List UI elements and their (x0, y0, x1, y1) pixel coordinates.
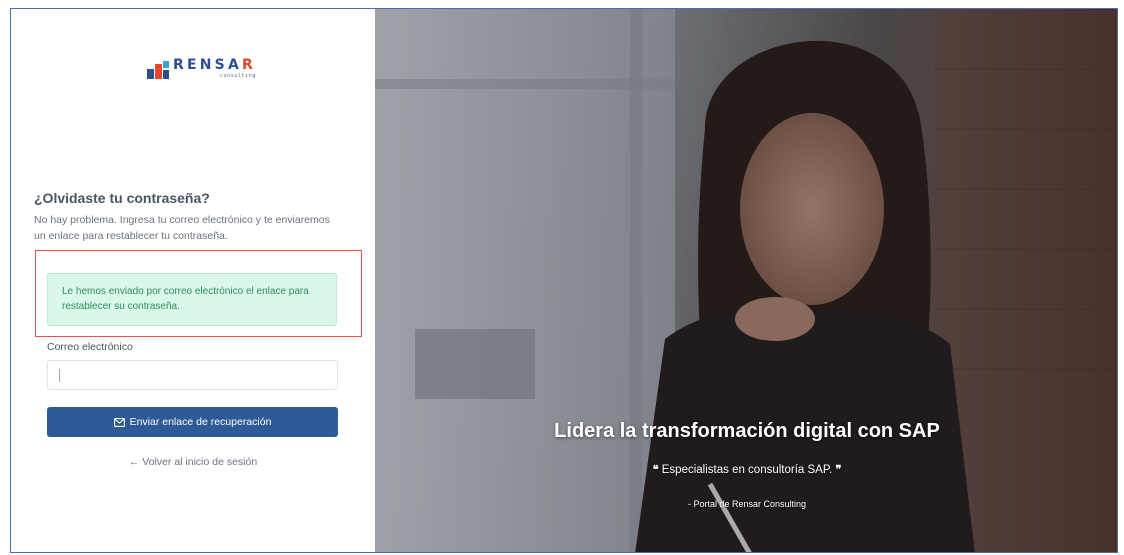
rensar-logo: RENSAR consulting (147, 57, 256, 79)
send-recovery-link-label: Enviar enlace de recuperación (129, 416, 272, 428)
mail-icon (113, 417, 125, 427)
text-caret (59, 369, 60, 382)
hero-panel: Lidera la transformación digital con SAP… (375, 9, 1117, 552)
hero-quote: ❝ Especialistas en consultoría SAP. ❞ (375, 463, 1117, 476)
send-recovery-link-button[interactable]: Enviar enlace de recuperación (47, 407, 338, 437)
email-field[interactable] (47, 360, 338, 390)
login-panel: RENSAR consulting ¿Olvidaste tu contrase… (11, 9, 375, 552)
page-title: ¿Olvidaste tu contraseña? (34, 190, 210, 206)
open-quote-icon: ❝ (652, 463, 659, 476)
brand-tagline: consulting (219, 73, 256, 79)
hero-title: Lidera la transformación digital con SAP (554, 420, 940, 442)
close-quote-icon: ❞ (835, 463, 842, 476)
page-description: No hay problema. Ingresa tu correo elect… (34, 214, 330, 242)
brand-name: RENSAR (173, 57, 256, 73)
back-to-login-link[interactable]: ← Volver al inicio de sesión (11, 456, 375, 468)
hero-quote-text: Especialistas en consultoría SAP. (661, 464, 833, 476)
app-window: RENSAR consulting ¿Olvidaste tu contrase… (10, 8, 1118, 553)
email-label: Correo electrónico (47, 341, 133, 353)
hero-attribution: - Portal de Rensar Consulting (687, 499, 807, 509)
rensar-logo-mark-icon (147, 61, 169, 79)
success-alert: Le hemos enviado por correo electrónico … (47, 273, 337, 326)
